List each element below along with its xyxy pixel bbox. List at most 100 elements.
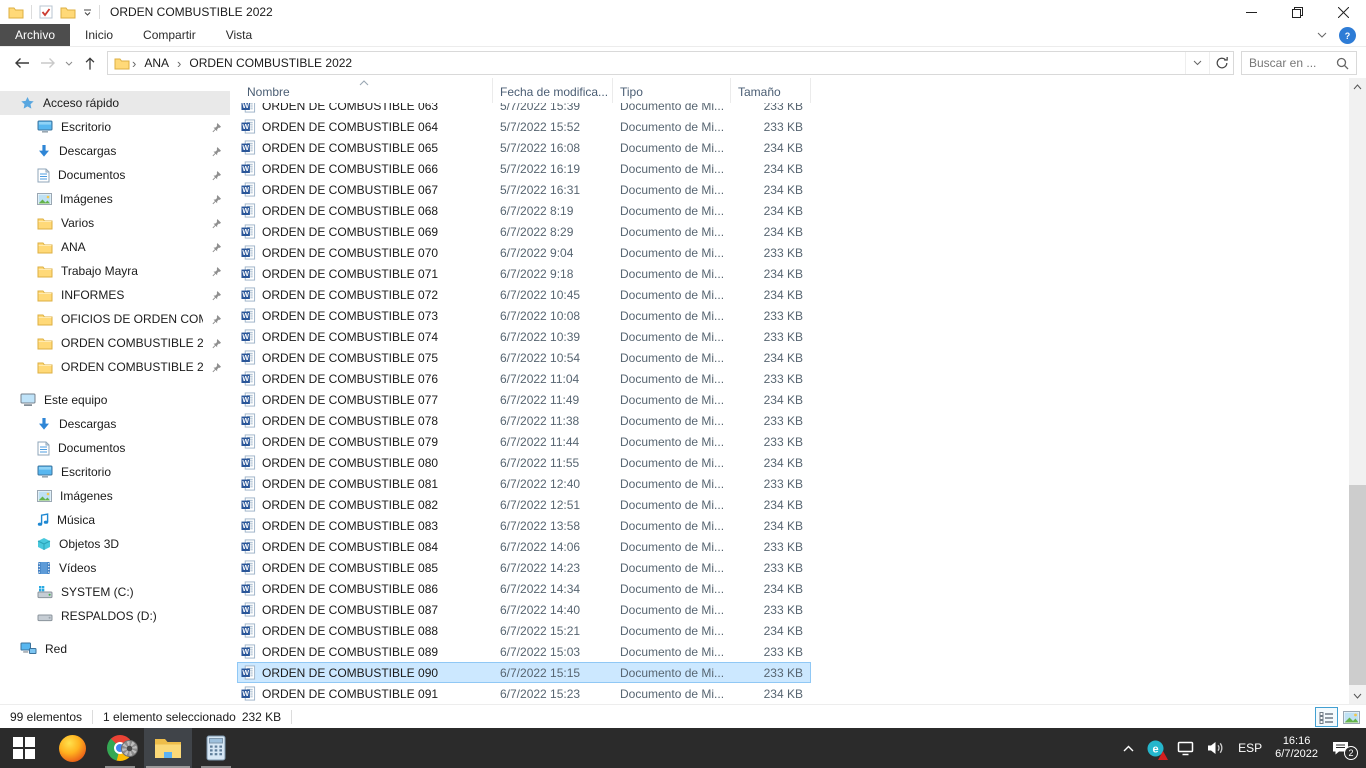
language-indicator[interactable]: ESP [1238,741,1262,755]
tab-vista[interactable]: Vista [211,24,267,46]
tab-inicio[interactable]: Inicio [70,24,128,46]
qat-new-folder-icon[interactable] [60,6,76,19]
column-header-size[interactable]: Tamaño [731,78,811,103]
file-row-073[interactable]: WORDEN DE COMBUSTIBLE 0736/7/2022 10:08D… [237,305,811,326]
sidebar-item-varios[interactable]: Varios [0,211,230,235]
sidebar-item-imágenes[interactable]: Imágenes [0,484,230,508]
forward-icon[interactable] [35,51,61,75]
back-icon[interactable] [9,51,35,75]
sidebar-item-vídeos[interactable]: Vídeos [0,556,230,580]
address-bar[interactable]: ›ANA›ORDEN COMBUSTIBLE 2022 [107,51,1234,75]
sidebar-item-respaldos-d-[interactable]: RESPALDOS (D:) [0,604,230,628]
start-button[interactable] [0,728,48,768]
file-name: ORDEN DE COMBUSTIBLE 081 [262,477,438,491]
collapse-ribbon-chevron-icon[interactable] [1317,32,1327,38]
file-row-091[interactable]: WORDEN DE COMBUSTIBLE 0916/7/2022 15:23D… [237,683,811,704]
tab-compartir[interactable]: Compartir [128,24,211,46]
tab-archivo[interactable]: Archivo [0,24,70,46]
details-view-button[interactable] [1315,707,1338,727]
vertical-scrollbar[interactable] [1349,78,1366,704]
sidebar-item-escritorio[interactable]: Escritorio [0,115,230,139]
file-row-076[interactable]: WORDEN DE COMBUSTIBLE 0766/7/2022 11:04D… [237,368,811,389]
taskbar-explorer-button[interactable] [144,728,192,768]
column-header-type[interactable]: Tipo [613,78,731,103]
qat-customize-chevron-icon[interactable] [83,9,92,16]
qat-checkbox-icon[interactable] [39,5,53,19]
taskbar-calculator-button[interactable] [192,728,240,768]
file-row-089[interactable]: WORDEN DE COMBUSTIBLE 0896/7/2022 15:03D… [237,641,811,662]
file-row-068[interactable]: WORDEN DE COMBUSTIBLE 0686/7/2022 8:19Do… [237,200,811,221]
file-name-cell: WORDEN DE COMBUSTIBLE 066 [237,161,493,176]
taskbar-chrome-button[interactable] [96,728,144,768]
notification-center-icon[interactable]: 2 [1331,740,1350,756]
file-row-077[interactable]: WORDEN DE COMBUSTIBLE 0776/7/2022 11:49D… [237,389,811,410]
sidebar-item-escritorio[interactable]: Escritorio [0,460,230,484]
sidebar-item-red[interactable]: Red [0,637,230,661]
column-header-date[interactable]: Fecha de modifica... [493,78,613,103]
file-row-072[interactable]: WORDEN DE COMBUSTIBLE 0726/7/2022 10:45D… [237,284,811,305]
file-row-082[interactable]: WORDEN DE COMBUSTIBLE 0826/7/2022 12:51D… [237,494,811,515]
sidebar-item-oficios-de-orden-combu[interactable]: OFICIOS DE ORDEN COMBU [0,307,230,331]
scroll-down-icon[interactable] [1349,687,1366,704]
refresh-icon[interactable] [1209,52,1233,74]
up-icon[interactable] [77,51,103,75]
file-row-078[interactable]: WORDEN DE COMBUSTIBLE 0786/7/2022 11:38D… [237,410,811,431]
minimize-button[interactable] [1228,0,1274,24]
sidebar-item-descargas[interactable]: Descargas [0,139,230,163]
file-row-084[interactable]: WORDEN DE COMBUSTIBLE 0846/7/2022 14:06D… [237,536,811,557]
file-row-080[interactable]: WORDEN DE COMBUSTIBLE 0806/7/2022 11:55D… [237,452,811,473]
file-row-083[interactable]: WORDEN DE COMBUSTIBLE 0836/7/2022 13:58D… [237,515,811,536]
file-row-075[interactable]: WORDEN DE COMBUSTIBLE 0756/7/2022 10:54D… [237,347,811,368]
sidebar-item-descargas[interactable]: Descargas [0,412,230,436]
file-row-071[interactable]: WORDEN DE COMBUSTIBLE 0716/7/2022 9:18Do… [237,263,811,284]
file-row-064[interactable]: WORDEN DE COMBUSTIBLE 0645/7/2022 15:52D… [237,116,811,137]
sidebar-item-imágenes[interactable]: Imágenes [0,187,230,211]
svg-text:W: W [242,313,249,320]
file-row-079[interactable]: WORDEN DE COMBUSTIBLE 0796/7/2022 11:44D… [237,431,811,452]
file-row-067[interactable]: WORDEN DE COMBUSTIBLE 0675/7/2022 16:31D… [237,179,811,200]
file-row-070[interactable]: WORDEN DE COMBUSTIBLE 0706/7/2022 9:04Do… [237,242,811,263]
sidebar-item-documentos[interactable]: Documentos [0,436,230,460]
file-row-074[interactable]: WORDEN DE COMBUSTIBLE 0746/7/2022 10:39D… [237,326,811,347]
scrollbar-thumb[interactable] [1349,485,1366,685]
taskbar-firefox-button[interactable] [48,728,96,768]
file-row-088[interactable]: WORDEN DE COMBUSTIBLE 0886/7/2022 15:21D… [237,620,811,641]
column-header-name[interactable]: Nombre [237,78,493,103]
sidebar-item-informes[interactable]: INFORMES [0,283,230,307]
recent-locations-chevron-icon[interactable] [61,51,77,75]
file-name: ORDEN DE COMBUSTIBLE 083 [262,519,438,533]
file-row-086[interactable]: WORDEN DE COMBUSTIBLE 0866/7/2022 14:34D… [237,578,811,599]
file-name: ORDEN DE COMBUSTIBLE 073 [262,309,438,323]
sidebar-item-ana[interactable]: ANA [0,235,230,259]
help-icon[interactable]: ? [1339,27,1356,44]
file-row-081[interactable]: WORDEN DE COMBUSTIBLE 0816/7/2022 12:40D… [237,473,811,494]
network-tray-icon[interactable] [1177,741,1194,756]
file-row-069[interactable]: WORDEN DE COMBUSTIBLE 0696/7/2022 8:29Do… [237,221,811,242]
address-dropdown-chevron-icon[interactable] [1185,52,1209,74]
search-input[interactable]: Buscar en ... [1241,51,1357,75]
file-row-065[interactable]: WORDEN DE COMBUSTIBLE 0655/7/2022 16:08D… [237,137,811,158]
sidebar-item-orden-combustible-2022[interactable]: ORDEN COMBUSTIBLE 2022 [0,355,230,379]
file-row-090[interactable]: WORDEN DE COMBUSTIBLE 0906/7/2022 15:15D… [237,662,811,683]
large-icons-view-button[interactable] [1340,707,1363,727]
volume-icon[interactable] [1207,741,1225,755]
sidebar-item-objetos-3d[interactable]: Objetos 3D [0,532,230,556]
sidebar-item-música[interactable]: Música [0,508,230,532]
file-row-087[interactable]: WORDEN DE COMBUSTIBLE 0876/7/2022 14:40D… [237,599,811,620]
eset-antivirus-icon[interactable]: e [1147,740,1164,757]
sidebar-item-trabajo-mayra[interactable]: Trabajo Mayra [0,259,230,283]
file-row-066[interactable]: WORDEN DE COMBUSTIBLE 0665/7/2022 16:19D… [237,158,811,179]
file-row-085[interactable]: WORDEN DE COMBUSTIBLE 0856/7/2022 14:23D… [237,557,811,578]
sidebar-item-acceso-rápido[interactable]: Acceso rápido [0,91,230,115]
clock[interactable]: 16:16 6/7/2022 [1275,735,1318,761]
sidebar-item-documentos[interactable]: Documentos [0,163,230,187]
breadcrumb-segment[interactable]: ORDEN COMBUSTIBLE 2022 [183,56,358,70]
breadcrumb-segment[interactable]: ANA [138,56,175,70]
close-button[interactable] [1320,0,1366,24]
sidebar-item-este-equipo[interactable]: Este equipo [0,388,230,412]
restore-button[interactable] [1274,0,1320,24]
sidebar-item-system-c-[interactable]: SYSTEM (C:) [0,580,230,604]
scroll-up-icon[interactable] [1349,78,1366,95]
sidebar-item-orden-combustible-2022[interactable]: ORDEN COMBUSTIBLE 2022 [0,331,230,355]
tray-expand-chevron-icon[interactable] [1123,745,1134,752]
